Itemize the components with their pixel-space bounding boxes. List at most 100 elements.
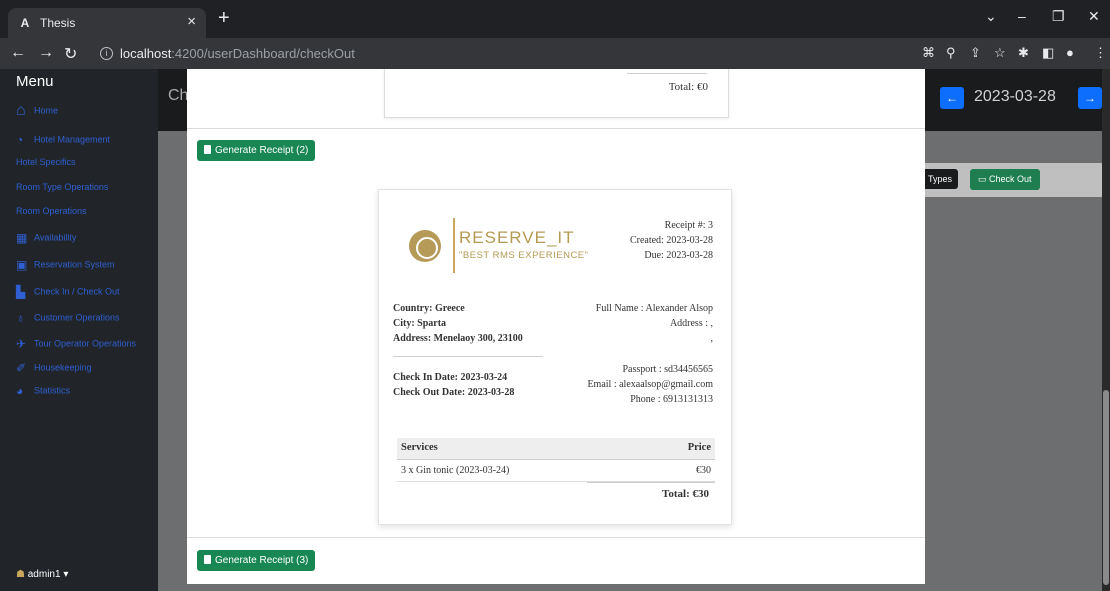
sidebar-item-label: Check In / Check Out [34, 286, 120, 297]
tab-title: Thesis [40, 16, 76, 30]
sidebar: Menu ⌂ Home ◔ Hotel Management Hotel Speci… [0, 69, 158, 591]
card-icon: ▭ [978, 174, 990, 184]
hotel-address: Address: Menelaoy 300, 23100 [393, 333, 523, 344]
sidebar-item-label: Reservation System [34, 259, 115, 270]
sidebar-item-label: Statistics [34, 385, 71, 396]
forward-icon[interactable]: → [38, 44, 54, 62]
url-path: :4200/userDashboard/checkOut [171, 46, 355, 61]
page-title: Ch [168, 87, 189, 104]
brand-name: RESERVE_IT [459, 228, 575, 247]
stay-dates: Check In Date: 2023-03-24 Check Out Date… [393, 370, 514, 400]
user-avatar-icon: ☗ [16, 569, 25, 580]
broom-icon: ✐ [16, 361, 27, 375]
sidebar-item-room-operations[interactable]: Room Operations [16, 206, 87, 216]
url-host: localhost [120, 46, 172, 61]
types-button[interactable]: Types [922, 169, 959, 189]
home-icon: ⌂ [16, 102, 26, 119]
hotel-city: City: Sparta [393, 318, 447, 329]
brand-slogan: "BEST RMS EXPERIENCE" [459, 250, 589, 261]
zoom-icon[interactable]: ⚲ [946, 45, 956, 61]
browser-menu-icon[interactable]: ⋮ [1094, 45, 1107, 61]
username: admin1 [27, 569, 61, 580]
sidebar-item-label: Hotel Specifics [16, 157, 76, 167]
sidebar-title: Menu [16, 73, 54, 90]
logo-emblem-icon [409, 230, 441, 262]
generate-receipt-button[interactable]: Generate Receipt (2) [197, 140, 316, 161]
site-info-icon[interactable]: i [100, 47, 113, 60]
receipt-icon [204, 555, 211, 564]
receipt-icon [204, 145, 211, 154]
due-date: Due: 2023-03-28 [644, 250, 713, 261]
divider [187, 128, 925, 129]
previous-total: Total: €0 [668, 81, 708, 93]
sidebar-item-tour-operator-operations[interactable]: ✈ Tour Operator Operations [16, 337, 136, 351]
reload-icon[interactable]: ↻ [64, 44, 77, 64]
side-panel-icon[interactable]: ◧ [1042, 45, 1054, 61]
extensions-icon[interactable]: ✱ [1018, 45, 1029, 61]
check-in-date: Check In Date: 2023-03-24 [393, 372, 508, 383]
sidebar-item-home[interactable]: ⌂ Home [16, 102, 58, 120]
close-window-icon[interactable]: ✕ [1088, 8, 1100, 25]
check-out-button[interactable]: ▭ Check Out [970, 169, 1040, 190]
receipt-total: Total: €30 [662, 488, 709, 500]
receipt-modal: Total: €0 Generate Receipt (2) RESERVE_I… [187, 69, 925, 584]
translate-icon[interactable]: ⌘ [922, 45, 935, 61]
browser-tab[interactable]: A Thesis × [8, 8, 206, 38]
sidebar-item-label: Availability [34, 232, 77, 243]
sidebar-item-label: Room Operations [16, 206, 87, 216]
bookmark-star-icon[interactable]: ☆ [994, 45, 1006, 61]
sidebar-item-hotel-management[interactable]: ◔ Hotel Management [16, 133, 110, 147]
created-date: Created: 2023-03-28 [629, 235, 713, 246]
prev-date-button[interactable]: ← [940, 87, 964, 109]
button-label: Generate Receipt (2) [215, 145, 309, 156]
sidebar-item-label: Customer Operations [34, 312, 120, 323]
sidebar-item-statistics[interactable]: ◕ Statistics [16, 384, 70, 398]
receipt-card: RESERVE_IT "BEST RMS EXPERIENCE" Receipt… [378, 189, 732, 525]
check-out-label: Check Out [989, 174, 1032, 184]
user-menu[interactable]: ☗ admin1 ▾ [16, 569, 68, 580]
back-icon[interactable]: ← [10, 44, 26, 62]
guest-info: Full Name : Alexander Alsop Address : , … [596, 301, 713, 346]
guest-full-name: Full Name : Alexander Alsop [595, 303, 713, 314]
profile-icon[interactable]: ● [1066, 45, 1074, 60]
sidebar-item-label: Home [34, 105, 59, 116]
tab-search-icon[interactable]: ⌄ [985, 8, 997, 25]
address-bar[interactable]: i localhost:4200/userDashboard/checkOut [90, 42, 990, 66]
sidebar-item-hotel-specifics[interactable]: Hotel Specifics [16, 157, 76, 167]
sidebar-item-check-in-check-out[interactable]: ▙ Check In / Check Out [16, 285, 120, 299]
users-icon: ♁ [16, 311, 25, 325]
calendar-icon: ▣ [16, 258, 28, 272]
chart-icon: ◕ [16, 384, 24, 398]
button-label: Generate Receipt (3) [215, 555, 309, 566]
browser-tab-bar: A Thesis × + ⌄ – ❐ ✕ [0, 0, 1110, 38]
service-name: 3 x Gin tonic (2023-03-24) [401, 465, 510, 476]
logo-divider [453, 218, 455, 273]
sidebar-item-room-type-operations[interactable]: Room Type Operations [16, 182, 108, 192]
service-price: €30 [696, 465, 711, 476]
sidebar-item-availability[interactable]: ▦ Availability [16, 231, 76, 245]
scrollbar-thumb[interactable] [1103, 390, 1109, 585]
table-icon: ▦ [16, 231, 28, 245]
sidebar-item-reservation-system[interactable]: ▣ Reservation System [16, 258, 115, 272]
sidebar-item-housekeeping[interactable]: ✐ Housekeeping [16, 361, 92, 375]
plane-icon: ✈ [16, 337, 27, 351]
share-icon[interactable]: ⇪ [970, 45, 981, 61]
dashboard-icon: ◔ [16, 133, 24, 147]
services-table-header: Services Price [397, 438, 715, 460]
sidebar-item-label: Tour Operator Operations [34, 338, 137, 349]
restore-icon[interactable]: ❐ [1052, 8, 1065, 25]
divider [627, 73, 707, 74]
hotel-info: Country: Greece City: Sparta Address: Me… [393, 301, 523, 346]
divider [587, 482, 715, 483]
price-column-header: Price [687, 442, 711, 453]
generate-receipt-button[interactable]: Generate Receipt (3) [197, 550, 316, 571]
tab-close-icon[interactable]: × [187, 13, 196, 30]
minimize-icon[interactable]: – [1018, 8, 1026, 24]
new-tab-icon[interactable]: + [218, 7, 230, 30]
divider [393, 356, 543, 357]
sidebar-item-customer-operations[interactable]: ♁ Customer Operations [16, 311, 120, 325]
url-text: localhost:4200/userDashboard/checkOut [120, 46, 355, 61]
guest-address-line2: , [710, 333, 714, 344]
next-date-button[interactable]: → [1078, 87, 1102, 109]
checkin-icon: ▙ [16, 285, 26, 299]
